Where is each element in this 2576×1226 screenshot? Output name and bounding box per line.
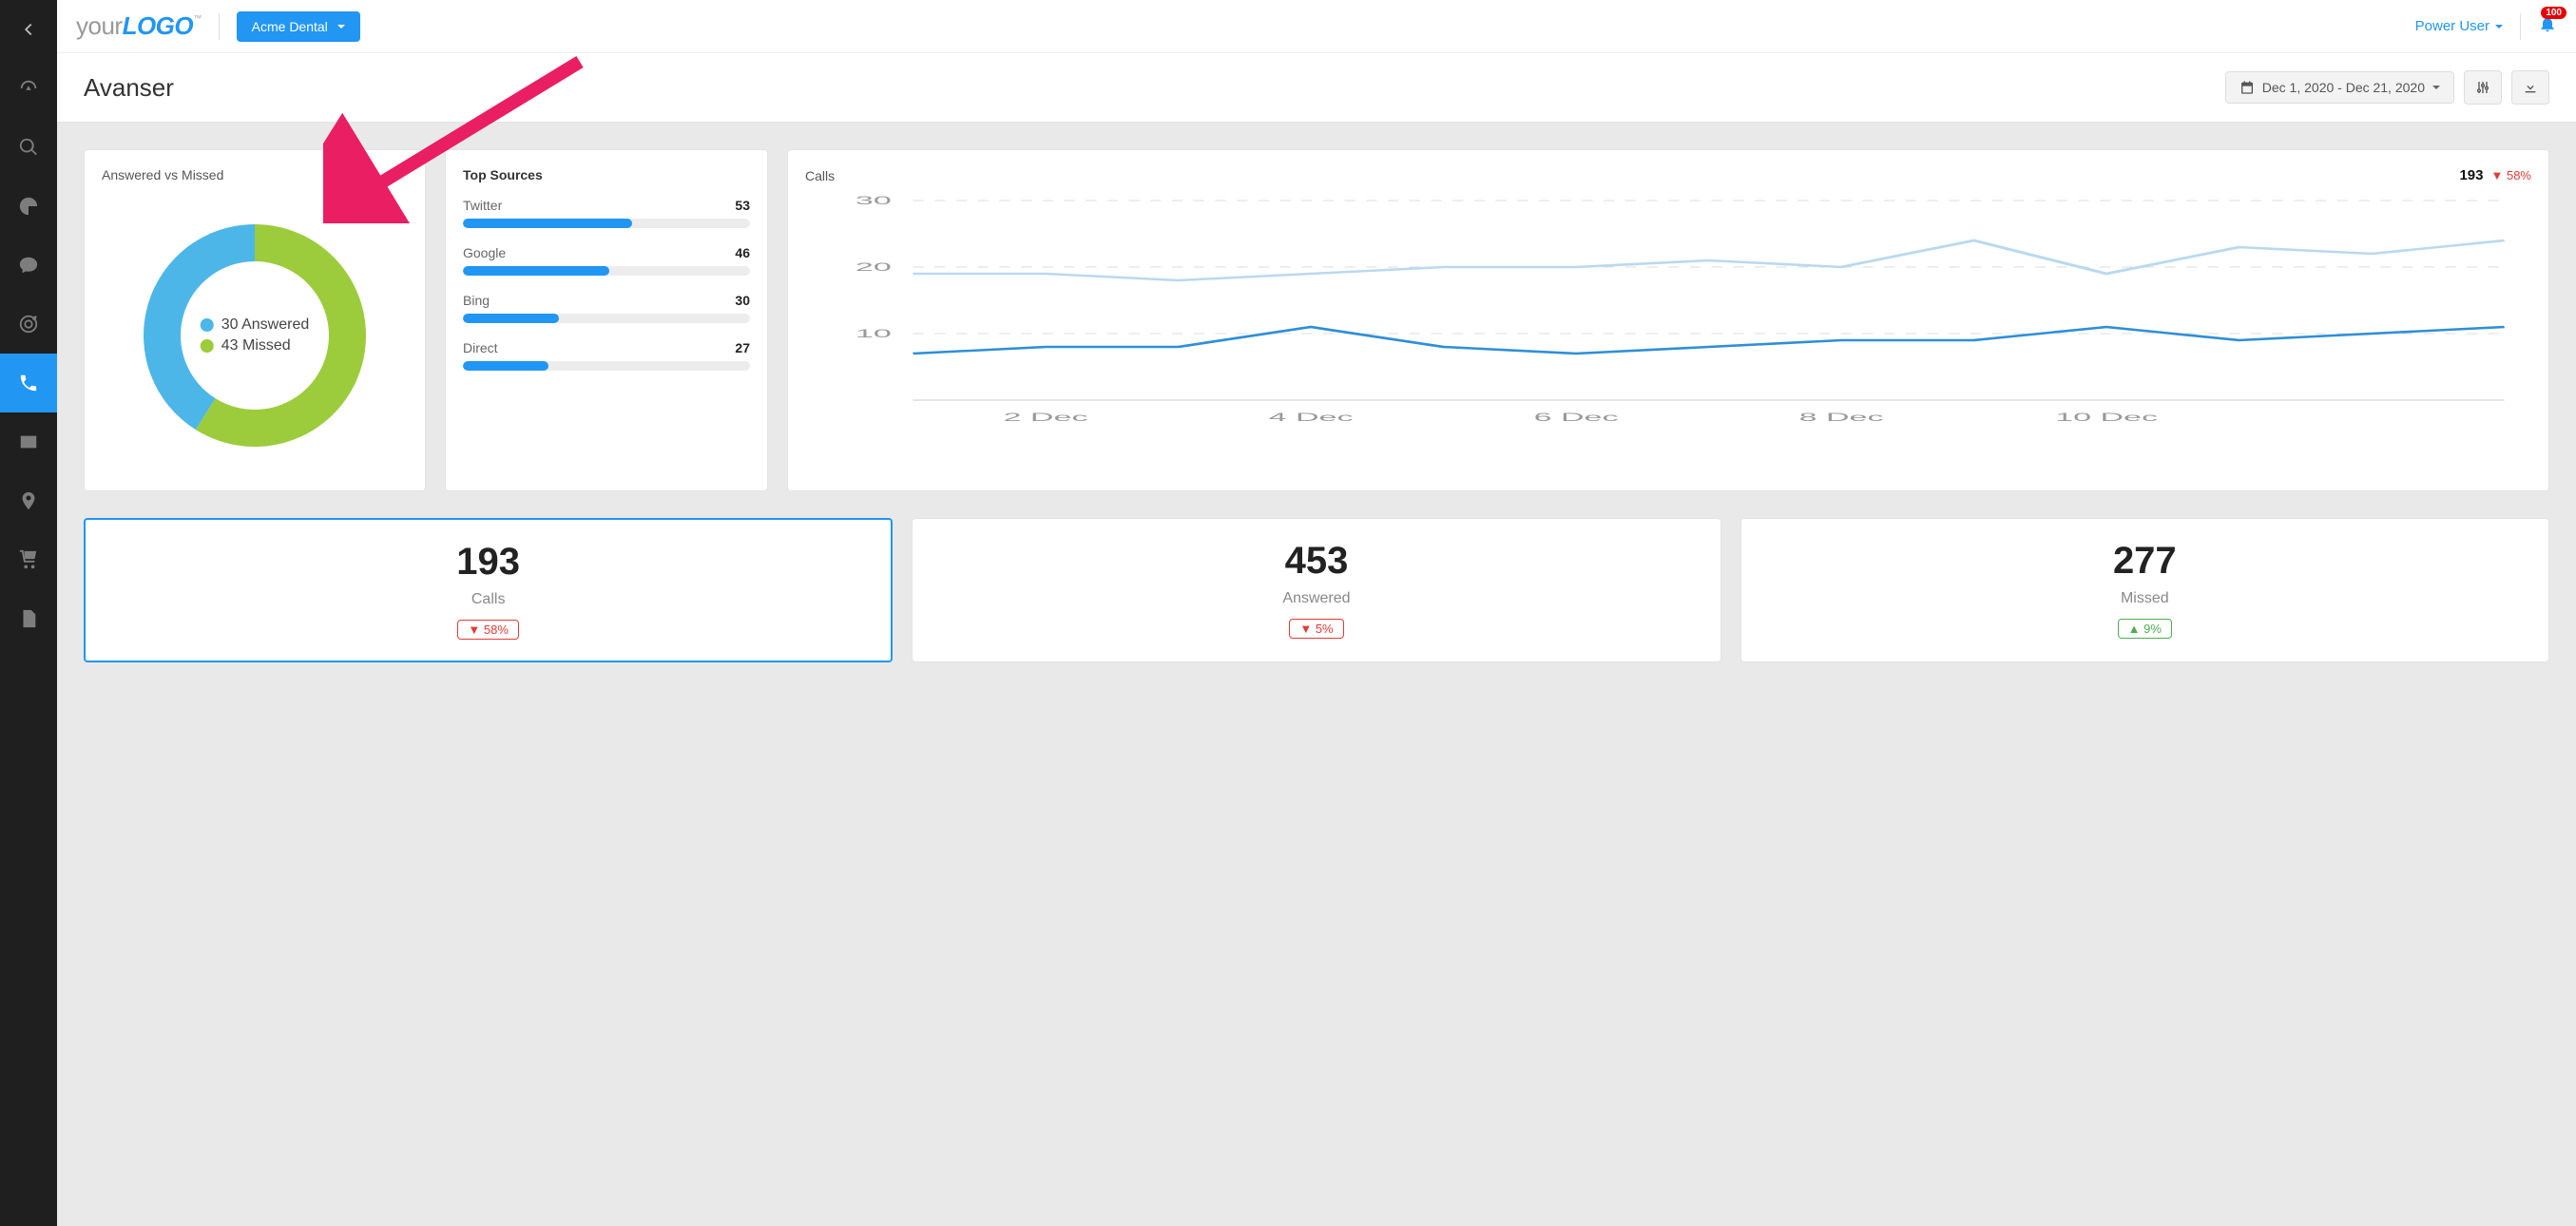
source-name: Bing [463, 293, 490, 308]
sidebar-reports[interactable] [0, 589, 57, 648]
sidebar-mail[interactable] [0, 412, 57, 471]
notification-badge: 100 [2541, 7, 2566, 19]
calls-line-chart: 10 20 30 2 Dec 4 Dec 6 Dec 8 Dec 10 Dec [805, 191, 2531, 429]
card-title: Top Sources [463, 167, 750, 182]
svg-text:30: 30 [855, 195, 892, 207]
calendar-icon [2240, 80, 2255, 95]
source-value: 53 [735, 198, 750, 213]
answered-vs-missed-card: Answered vs Missed 30 Answered 43 Missed [84, 149, 426, 491]
source-bar [463, 361, 750, 371]
calls-delta: ▼ 58% [2490, 168, 2531, 182]
caret-down-icon [2495, 25, 2503, 29]
stat-label: Calls [106, 591, 870, 608]
top-sources-card: Top Sources Twitter 53 Google 46 Bing 30 Direc… [445, 149, 768, 491]
card-title: Answered vs Missed [102, 167, 408, 182]
sidebar-calls[interactable] [0, 354, 57, 412]
stat-card-calls[interactable]: 193 Calls ▼ 58% [84, 518, 893, 662]
stat-value: 277 [1762, 540, 2528, 583]
source-row: Direct 27 [463, 340, 750, 371]
source-name: Direct [463, 340, 498, 355]
page-header: Avanser Dec 1, 2020 - Dec 21, 2020 [57, 53, 2576, 123]
stat-card-missed[interactable]: 277 Missed ▲ 9% [1740, 518, 2549, 662]
source-bar [463, 219, 750, 228]
svg-text:2 Dec: 2 Dec [1004, 412, 1088, 424]
svg-text:6 Dec: 6 Dec [1534, 412, 1619, 424]
stat-delta: ▲ 9% [2118, 619, 2172, 639]
stat-value: 193 [106, 541, 870, 584]
stat-label: Answered [933, 590, 1699, 607]
source-row: Twitter 53 [463, 198, 750, 228]
source-bar [463, 314, 750, 323]
stat-delta: ▼ 58% [457, 620, 519, 640]
svg-text:10 Dec: 10 Dec [2055, 412, 2158, 424]
legend-dot-answered [201, 318, 214, 332]
sidebar-location[interactable] [0, 471, 57, 530]
user-menu[interactable]: Power User [2415, 18, 2503, 34]
svg-text:8 Dec: 8 Dec [1799, 412, 1884, 424]
sidebar-goals[interactable] [0, 295, 57, 354]
caret-down-icon [2432, 86, 2440, 89]
settings-button[interactable] [2464, 70, 2502, 105]
calls-total: 193 [2459, 167, 2483, 183]
page-title: Avanser [84, 73, 174, 103]
sliders-icon [2475, 80, 2490, 95]
source-row: Bing 30 [463, 293, 750, 323]
sidebar-analytics[interactable] [0, 177, 57, 236]
download-icon [2523, 80, 2538, 95]
content: Answered vs Missed 30 Answered 43 Missed… [57, 123, 2576, 689]
account-selector[interactable]: Acme Dental [237, 11, 360, 42]
divider [219, 13, 220, 40]
sidebar-dashboard[interactable] [0, 59, 57, 118]
source-name: Twitter [463, 198, 502, 213]
svg-text:4 Dec: 4 Dec [1269, 412, 1354, 424]
card-title: Calls [805, 168, 835, 183]
sidebar-chat[interactable] [0, 236, 57, 295]
topbar: yourLOGO™ Acme Dental Power User 100 [57, 0, 2576, 53]
source-bar [463, 266, 750, 276]
divider [2520, 13, 2521, 40]
sidebar-search[interactable] [0, 118, 57, 177]
source-name: Google [463, 245, 506, 260]
sidebar-commerce[interactable] [0, 530, 57, 589]
date-range-picker[interactable]: Dec 1, 2020 - Dec 21, 2020 [2225, 71, 2454, 104]
brand-logo: yourLOGO™ [76, 11, 202, 41]
notifications-button[interactable]: 100 [2538, 14, 2557, 38]
stat-card-answered[interactable]: 453 Answered ▼ 5% [912, 518, 1721, 662]
svg-text:10: 10 [855, 328, 892, 340]
source-value: 46 [735, 245, 750, 260]
sidebar [0, 0, 57, 1226]
legend-dot-missed [201, 339, 214, 353]
stat-delta: ▼ 5% [1289, 619, 1343, 639]
sidebar-collapse[interactable] [0, 0, 57, 59]
stat-value: 453 [933, 540, 1699, 583]
source-value: 30 [735, 293, 750, 308]
calls-chart-card: Calls 193 ▼ 58% 10 20 30 2 Dec 4 Dec 6 Dec 8 D… [787, 149, 2549, 491]
stat-label: Missed [1762, 590, 2528, 607]
download-button[interactable] [2511, 70, 2549, 105]
svg-text:20: 20 [855, 261, 892, 274]
source-row: Google 46 [463, 245, 750, 276]
source-value: 27 [735, 340, 750, 355]
donut-legend: 30 Answered 43 Missed [201, 313, 310, 358]
caret-down-icon [337, 25, 345, 29]
